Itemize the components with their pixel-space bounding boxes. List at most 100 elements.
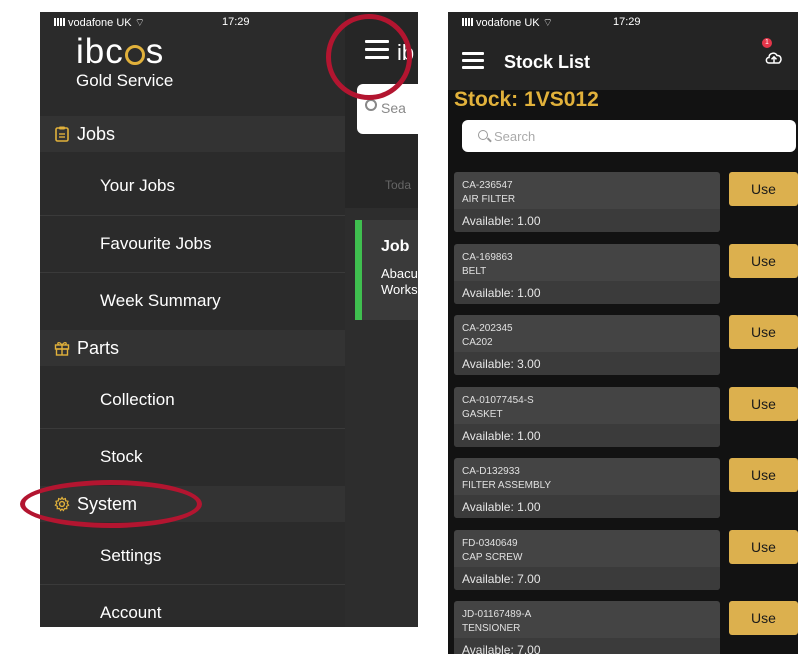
- list-item: CA-236547 AIR FILTER Available: 1.00 Use: [448, 170, 798, 242]
- gift-icon: [53, 339, 71, 357]
- menu-item-stock[interactable]: Stock: [40, 429, 345, 485]
- part-code: CA-202345: [462, 323, 513, 334]
- availability: Available: 1.00: [462, 500, 541, 514]
- menu-item-label: Stock: [100, 447, 143, 466]
- stock-item-card[interactable]: JD-01167489-A TENSIONER Available: 7.00: [454, 601, 720, 654]
- clipboard-icon: [53, 125, 71, 143]
- status-bar: vodafone UK ⌔ 17:29: [448, 12, 798, 34]
- availability: Available: 1.00: [462, 285, 541, 300]
- list-item: CA-202345 CA202 Available: 3.00 Use: [448, 313, 798, 385]
- stock-list: CA-236547 AIR FILTER Available: 1.00 Use…: [448, 170, 798, 654]
- ibcos-logo: ibc s: [76, 32, 165, 71]
- menu-item-your-jobs[interactable]: Your Jobs: [40, 158, 345, 214]
- carrier-label: vodafone UK: [68, 17, 132, 29]
- menu-item-collection[interactable]: Collection: [40, 372, 345, 428]
- signal-icon: [462, 18, 474, 26]
- availability-bar: Available: 7.00: [454, 566, 720, 590]
- part-description: TENSIONER: [462, 623, 521, 634]
- part-code: CA-236547: [462, 180, 513, 191]
- stock-item-card[interactable]: CA-236547 AIR FILTER Available: 1.00: [454, 172, 720, 232]
- menu-item-account[interactable]: Account: [40, 585, 345, 627]
- menu-item-label: Your Jobs: [100, 176, 175, 195]
- menu-item-label: Account: [100, 603, 162, 622]
- job-title: Job: [381, 238, 410, 255]
- job-details: Abacu Works: [381, 266, 418, 298]
- job-line-1: Abacu: [381, 266, 418, 281]
- search-input[interactable]: Search: [462, 120, 796, 152]
- use-button[interactable]: Use: [729, 172, 798, 206]
- availability-bar: Available: 7.00: [454, 638, 720, 654]
- navigation-drawer: ibc s Gold Service Jobs Your Jobs Favouri…: [40, 12, 345, 627]
- search-icon: [365, 99, 377, 111]
- hamburger-menu-icon[interactable]: [462, 52, 484, 70]
- part-description: CAP SCREW: [462, 551, 523, 563]
- part-code: JD-01167489-A: [462, 609, 532, 620]
- use-button[interactable]: Use: [729, 243, 798, 278]
- availability: Available: 3.00: [462, 357, 541, 371]
- job-line-2: Works: [381, 282, 418, 297]
- availability: Available: 7.00: [462, 643, 541, 654]
- menu-item-week-summary[interactable]: Week Summary: [40, 273, 345, 329]
- use-button[interactable]: Use: [729, 386, 798, 421]
- stock-item-card[interactable]: CA-D132933 FILTER ASSEMBLY Available: 1.…: [454, 458, 720, 518]
- menu-item-label: Favourite Jobs: [100, 234, 212, 253]
- left-phone-screen: ibc s Gold Service Jobs Your Jobs Favouri…: [40, 12, 418, 627]
- menu-item-label: Collection: [100, 390, 175, 409]
- use-button[interactable]: Use: [729, 458, 798, 492]
- availability-bar: Available: 3.00: [454, 352, 720, 375]
- section-jobs: Jobs: [40, 116, 345, 152]
- availability: Available: 1.00: [462, 214, 541, 228]
- availability: Available: 7.00: [462, 571, 541, 586]
- part-code: FD-0340649: [462, 537, 518, 549]
- carrier: vodafone UK ⌔: [462, 16, 553, 30]
- signal-icon: [54, 18, 66, 26]
- search-icon: [478, 130, 488, 140]
- availability: Available: 1.00: [462, 428, 541, 443]
- part-description: BELT: [462, 265, 487, 277]
- notification-badge: 1: [762, 38, 772, 48]
- use-button[interactable]: Use: [729, 529, 798, 564]
- stock-heading: Stock: 1VS012: [454, 88, 599, 111]
- part-description: GASKET: [462, 408, 503, 420]
- gold-service-label: Gold Service: [76, 71, 174, 90]
- search-placeholder: Search: [494, 129, 536, 144]
- stock-item-card[interactable]: CA-202345 CA202 Available: 3.00: [454, 315, 720, 375]
- menu-item-settings[interactable]: Settings: [40, 528, 345, 584]
- use-button[interactable]: Use: [729, 601, 798, 635]
- part-description: FILTER ASSEMBLY: [462, 480, 552, 491]
- menu-item-favourite-jobs[interactable]: Favourite Jobs: [40, 216, 345, 272]
- availability-bar: Available: 1.00: [454, 209, 720, 232]
- section-parts-label: Parts: [77, 337, 120, 358]
- stock-item-card[interactable]: CA-01077454-S GASKET Available: 1.00: [454, 386, 720, 447]
- part-code: CA-169863: [462, 251, 513, 263]
- part-description: CA202: [462, 337, 493, 348]
- part-code: CA-D132933: [462, 466, 520, 477]
- clock: 17:29: [613, 16, 641, 28]
- use-button[interactable]: Use: [729, 315, 798, 349]
- list-item: CA-01077454-S GASKET Available: 1.00 Use: [448, 385, 798, 457]
- availability-bar: Available: 1.00: [454, 280, 720, 304]
- cloud-upload-icon[interactable]: [764, 48, 784, 68]
- main-content-peek: ib Sea Toda Job Abacu Works: [345, 12, 418, 627]
- section-jobs-label: Jobs: [77, 123, 116, 144]
- carrier: vodafone UK ⌔: [54, 16, 145, 30]
- top-app-bar: Stock List 1: [448, 34, 798, 90]
- peek-today-label: Toda: [385, 178, 412, 192]
- availability-bar: Available: 1.00: [454, 495, 720, 518]
- page-title: Stock List: [504, 52, 591, 72]
- list-item: JD-01167489-A TENSIONER Available: 7.00 …: [448, 599, 798, 654]
- part-code: CA-01077454-S: [462, 394, 534, 406]
- menu-item-label: Week Summary: [100, 291, 221, 310]
- stock-item-card[interactable]: FD-0340649 CAP SCREW Available: 7.00: [454, 529, 720, 590]
- job-card[interactable]: Job Abacu Works: [355, 220, 418, 320]
- section-parts: Parts: [40, 330, 345, 366]
- right-phone-screen: vodafone UK ⌔ 17:29 Stock List 1 Stock: …: [448, 12, 798, 654]
- menu-item-label: Settings: [100, 546, 162, 565]
- part-description: AIR FILTER: [462, 194, 516, 205]
- highlight-circle-system: [20, 480, 202, 528]
- stock-item-card[interactable]: CA-169863 BELT Available: 1.00: [454, 243, 720, 304]
- carrier-label: vodafone UK: [476, 17, 540, 29]
- availability-bar: Available: 1.00: [454, 423, 720, 447]
- highlight-circle-menu: [326, 14, 412, 100]
- search-placeholder: Sea: [381, 100, 406, 116]
